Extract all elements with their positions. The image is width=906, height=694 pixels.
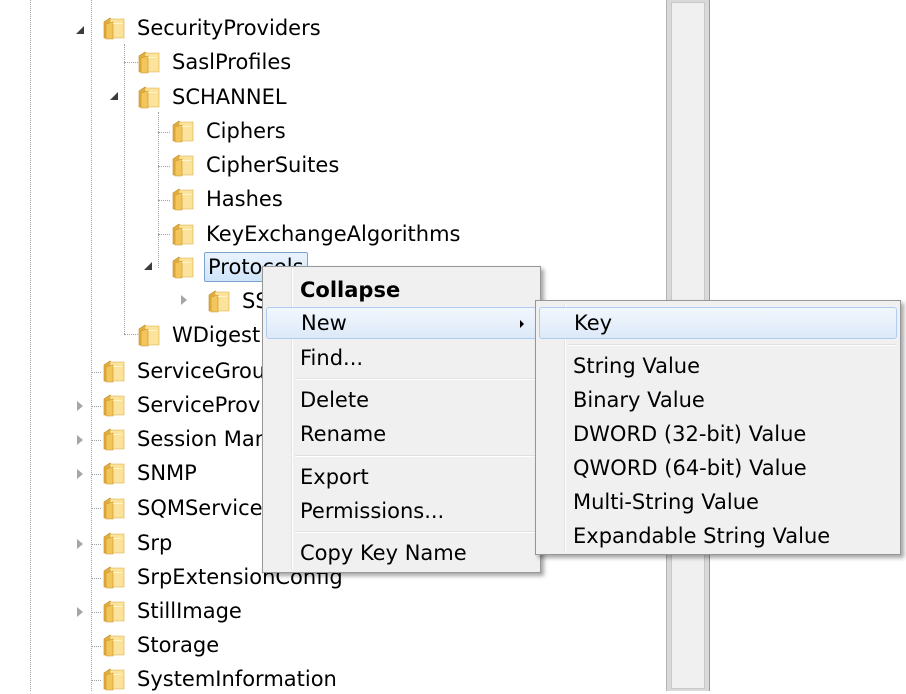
tree-item-hashes[interactable]: Hashes [170, 184, 285, 214]
tree-guide-line [91, 680, 101, 681]
tree-item-snmp[interactable]: SNMP [101, 458, 199, 488]
tree-guide-line [91, 440, 101, 441]
submenu-arrow-icon [520, 320, 524, 328]
folder-icon [101, 460, 127, 486]
collapse-menu-item[interactable]: Collapse [266, 274, 537, 306]
tree-item-schannel[interactable]: SCHANNEL [136, 82, 289, 112]
folder-icon [136, 322, 162, 348]
new-binary-value-menu-item[interactable]: Binary Value [539, 384, 897, 416]
folder-icon [206, 288, 232, 314]
expand-arrow-icon[interactable] [144, 262, 152, 270]
new-menu-item[interactable]: New [266, 307, 537, 339]
folder-icon [170, 254, 196, 280]
tree-item-label: CipherSuites [206, 153, 340, 177]
expand-arrow-icon[interactable] [76, 26, 84, 34]
tree-guide-line [158, 112, 159, 268]
tree-item-label: SecurityProviders [137, 16, 321, 40]
folder-icon [101, 426, 127, 452]
rename-menu-item[interactable]: Rename [266, 418, 537, 450]
expand-arrow-icon[interactable] [77, 469, 83, 479]
menu-separator [295, 531, 536, 533]
tree-item-cipher-suites[interactable]: CipherSuites [170, 150, 341, 180]
tree-guide-line [91, 646, 101, 647]
expand-arrow-icon[interactable] [181, 295, 187, 305]
tree-item-label: WDigest [172, 323, 261, 347]
folder-icon [101, 598, 127, 624]
folder-icon [136, 49, 162, 75]
folder-icon [170, 186, 196, 212]
tree-guide-line [91, 372, 101, 373]
delete-menu-item[interactable]: Delete [266, 384, 537, 416]
tree-item-still-image[interactable]: StillImage [101, 596, 244, 626]
tree-item-ciphers[interactable]: Ciphers [170, 116, 288, 146]
folder-icon [101, 358, 127, 384]
tree-guide-line [91, 474, 101, 475]
expand-arrow-icon[interactable] [77, 607, 83, 617]
tree-item-label: Hashes [206, 187, 283, 211]
new-key-menu-item[interactable]: Key [539, 307, 897, 339]
tree-item-label: SystemInformation [137, 667, 337, 691]
tree-guide-line [158, 200, 170, 201]
expand-arrow-icon[interactable] [77, 401, 83, 411]
tree-guide-line [158, 166, 170, 167]
folder-icon [101, 666, 127, 692]
new-submenu: Key String Value Binary Value DWORD (32-… [535, 300, 901, 555]
tree-guide-line [91, 578, 101, 579]
menu-separator [295, 378, 536, 380]
tree-guide-line [124, 44, 125, 334]
folder-icon [101, 392, 127, 418]
tree-item-label: Storage [137, 633, 220, 657]
tree-item-label: SCHANNEL [172, 85, 287, 109]
tree-item-security-providers[interactable]: SecurityProviders [101, 13, 323, 43]
folder-icon [101, 632, 127, 658]
copy-key-name-menu-item[interactable]: Copy Key Name [266, 537, 537, 569]
tree-item-label: SNMP [137, 461, 197, 485]
folder-icon [101, 564, 127, 590]
menu-separator [295, 455, 536, 457]
expand-arrow-icon[interactable] [77, 539, 83, 549]
tree-item-wdigest[interactable]: WDigest [136, 320, 262, 350]
tree-item-sasl-profiles[interactable]: SaslProfiles [136, 47, 293, 77]
new-multi-string-value-menu-item[interactable]: Multi-String Value [539, 486, 897, 518]
folder-icon [170, 152, 196, 178]
folder-icon [101, 530, 127, 556]
permissions-menu-item[interactable]: Permissions... [266, 495, 537, 527]
tree-item-key-exchange-algorithms[interactable]: KeyExchangeAlgorithms [170, 219, 462, 249]
tree-guide-line [91, 508, 101, 509]
tree-item-label: Srp [137, 531, 173, 555]
folder-icon [170, 221, 196, 247]
folder-icon [101, 15, 127, 41]
new-expandable-string-value-menu-item[interactable]: Expandable String Value [539, 520, 897, 552]
tree-guide-line [158, 132, 170, 133]
tree-item-label: StillImage [137, 599, 242, 623]
export-menu-item[interactable]: Export [266, 461, 537, 493]
tree-guide-line [91, 612, 101, 613]
new-qword-value-menu-item[interactable]: QWORD (64-bit) Value [539, 452, 897, 484]
new-dword-value-menu-item[interactable]: DWORD (32-bit) Value [539, 418, 897, 450]
tree-guide-line [91, 544, 101, 545]
tree-item-storage[interactable]: Storage [101, 630, 221, 660]
tree-guide-line [91, 406, 101, 407]
tree-item-label: Ciphers [206, 119, 286, 143]
tree-guide-line [91, 0, 92, 691]
expand-arrow-icon[interactable] [77, 435, 83, 445]
new-string-value-menu-item[interactable]: String Value [539, 350, 897, 382]
folder-icon [136, 84, 162, 110]
tree-item-label: SaslProfiles [172, 50, 292, 74]
find-menu-item[interactable]: Find... [266, 342, 537, 374]
tree-item-srp[interactable]: Srp [101, 528, 174, 558]
folder-icon [170, 118, 196, 144]
tree-guide-line [158, 234, 170, 235]
context-menu: Collapse New Find... Delete Rename Expor… [262, 266, 541, 573]
expand-arrow-icon[interactable] [110, 92, 118, 100]
menu-separator [568, 344, 896, 346]
tree-guide-line [30, 0, 31, 691]
new-menu-label: New [301, 311, 347, 335]
tree-item-system-information[interactable]: SystemInformation [101, 664, 339, 694]
tree-item-label: KeyExchangeAlgorithms [206, 222, 461, 246]
folder-icon [101, 495, 127, 521]
